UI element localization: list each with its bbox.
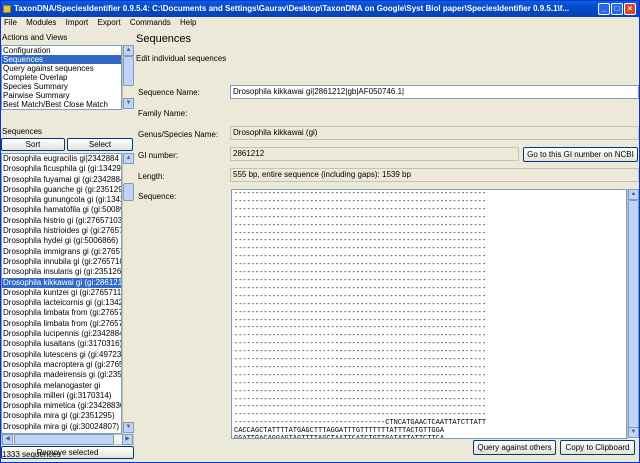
sort-button[interactable]: Sort xyxy=(1,138,65,151)
sequence-label: Sequence: xyxy=(138,192,177,201)
sequence-list-item[interactable]: Drosophila gunungcola gi (gi:1342 xyxy=(2,195,121,205)
scroll-down-icon[interactable]: ▼ xyxy=(123,422,134,433)
sequences-heading: Sequences xyxy=(2,127,43,136)
view-item[interactable]: Best Match/Best Close Match xyxy=(2,100,121,109)
view-item[interactable]: Configuration xyxy=(2,46,121,55)
scroll-thumb[interactable] xyxy=(123,183,134,201)
scroll-thumb[interactable] xyxy=(628,200,639,428)
menu-bar: File Modules Import Export Commands Help xyxy=(1,17,639,29)
app-window: TaxonDNA/SpeciesIdentifier 0.9.5.4: C:\D… xyxy=(0,0,640,463)
menu-commands[interactable]: Commands xyxy=(130,18,171,27)
menu-export[interactable]: Export xyxy=(98,18,121,27)
scroll-left-icon[interactable]: ◀ xyxy=(2,434,13,445)
sequence-editor-panel: Sequences Edit individual sequences Sequ… xyxy=(134,29,640,463)
sequence-list-item[interactable]: Drosophila limbata from (gi:27657 xyxy=(2,319,121,329)
sequence-list-item[interactable]: Drosophila eugracilis gi|2342884 xyxy=(2,154,121,164)
sequence-list-item[interactable]: Drosophila histrioides gi (gi:27657 xyxy=(2,226,121,236)
sequence-list-item[interactable]: Drosophila mira gi (gi:30024807) xyxy=(2,422,121,432)
menu-import[interactable]: Import xyxy=(66,18,89,27)
gi-number-label: GI number: xyxy=(138,151,179,160)
scroll-up-icon[interactable]: ▲ xyxy=(123,153,134,164)
view-item[interactable]: Complete Overlap xyxy=(2,73,121,82)
select-button[interactable]: Select xyxy=(67,138,133,151)
sequence-list-item[interactable]: Drosophila immigrans gi (gi:27657 xyxy=(2,247,121,257)
go-to-ncbi-button[interactable]: Go to this GI number on NCBI xyxy=(523,147,638,162)
sequence-scrollbar[interactable]: ▲ ▼ xyxy=(122,153,134,434)
sequence-list-item[interactable]: Drosophila lutescens gi (gi:497232 xyxy=(2,350,121,360)
length-field: 555 bp, entire sequence (including gaps)… xyxy=(230,168,639,182)
view-item[interactable]: Sequences xyxy=(2,55,121,64)
family-name-field[interactable] xyxy=(230,106,639,120)
sequence-list-item[interactable]: Drosophila insularis gi (gi:235126 xyxy=(2,267,121,277)
horizontal-scrollbar[interactable]: ◀ ▶ xyxy=(1,434,134,445)
sequence-name-label: Sequence Name: xyxy=(138,88,200,97)
menu-modules[interactable]: Modules xyxy=(26,18,56,27)
maximize-button[interactable]: □ xyxy=(611,3,623,15)
menu-help[interactable]: Help xyxy=(180,18,196,27)
views-heading: Actions and Views xyxy=(2,33,68,42)
sequence-list-item[interactable]: Drosophila lacteicornis gi (gi:1342 xyxy=(2,298,121,308)
left-panel: Actions and Views Configuration Sequences… xyxy=(1,29,134,463)
sequence-line: GGATTGACAGGAGTAGTTTTAGCTAATTCATCTGTTGATA… xyxy=(234,435,626,438)
query-against-others-button[interactable]: Query against others xyxy=(473,440,556,455)
sequence-list-item[interactable]: Drosophila hydei gi (gi:5006866) xyxy=(2,236,121,246)
sequence-list: Drosophila eugracilis gi|2342884 Drosophi… xyxy=(1,153,122,434)
sequence-list-item[interactable]: Drosophila mira gi (gi:2351295) xyxy=(2,411,121,421)
sequence-list-item[interactable]: Drosophila kikkawai gi (gi:2861212 xyxy=(2,277,121,288)
status-text: 1333 sequences xyxy=(2,450,61,459)
sequence-list-item[interactable]: Drosophila limbata from (gi:27657 xyxy=(2,308,121,318)
app-icon xyxy=(3,5,11,13)
sequence-list-item[interactable]: Drosophila milleri (gi:3170314) xyxy=(2,391,121,401)
genus-species-field: Drosophila kikkawai (gi) xyxy=(230,126,639,140)
scroll-thumb[interactable] xyxy=(123,56,134,86)
page-subtitle: Edit individual sequences xyxy=(136,54,227,63)
scroll-thumb[interactable] xyxy=(14,434,114,445)
copy-to-clipboard-button[interactable]: Copy to Clipboard xyxy=(560,440,635,455)
sequence-list-item[interactable]: Drosophila histrio gi (gi:27657103 xyxy=(2,216,121,226)
sequence-list-item[interactable]: Drosophila guanche gi (gi:235129 xyxy=(2,185,121,195)
title-bar: TaxonDNA/SpeciesIdentifier 0.9.5.4: C:\D… xyxy=(1,1,639,17)
view-item[interactable]: Pairwise Summary xyxy=(2,91,121,100)
window-title: TaxonDNA/SpeciesIdentifier 0.9.5.4: C:\D… xyxy=(14,4,569,13)
scroll-down-icon[interactable]: ▼ xyxy=(628,427,639,438)
sequence-list-item[interactable]: Drosophila macroptera gi (gi:2765 xyxy=(2,360,121,370)
scroll-right-icon[interactable]: ▶ xyxy=(122,434,133,445)
views-scrollbar[interactable]: ▲ ▼ xyxy=(122,45,134,110)
scroll-up-icon[interactable]: ▲ xyxy=(123,45,134,56)
sequence-list-item[interactable]: Drosophila melanogaster gi xyxy=(2,381,121,391)
sequence-name-field[interactable]: Drosophila kikkawai gi|2861212|gb|AF0507… xyxy=(230,85,639,99)
sequence-list-item[interactable]: Drosophila mimetica (gi:23428830 xyxy=(2,401,121,411)
sequence-list-item[interactable]: Drosophila madeirensis gi (gi:235 xyxy=(2,370,121,380)
scroll-up-icon[interactable]: ▲ xyxy=(628,189,639,200)
length-label: Length: xyxy=(138,172,165,181)
sequence-list-item[interactable]: Drosophila fuyamai gi (gi:23428842) xyxy=(2,175,121,185)
sequence-list-item[interactable]: Drosophila lusaltans (gi:3170316) xyxy=(2,339,121,349)
page-title: Sequences xyxy=(136,33,192,45)
family-name-label: Family Name: xyxy=(138,109,188,118)
sequence-textarea-scrollbar[interactable]: ▲ ▼ xyxy=(627,189,639,439)
menu-file[interactable]: File xyxy=(4,18,17,27)
sequence-textarea[interactable]: ----------------------------------------… xyxy=(231,189,627,439)
sequence-list-item[interactable]: Drosophila ficusphila gi (gi:134299 xyxy=(2,164,121,174)
sequence-list-item[interactable]: Drosophila lucipennis (gi:2342884 xyxy=(2,329,121,339)
sequence-list-item[interactable]: Drosophila innubila gi (gi:2765710 xyxy=(2,257,121,267)
view-item[interactable]: Species Summary xyxy=(2,82,121,91)
sequence-list-item[interactable]: Drosophila hamatofila gi (gi:50089 xyxy=(2,205,121,215)
view-item[interactable]: Query against sequences xyxy=(2,64,121,73)
gi-number-field: 2861212 xyxy=(230,147,519,161)
scroll-down-icon[interactable]: ▼ xyxy=(123,98,134,109)
genus-species-label: Genus/Species Name: xyxy=(138,130,219,139)
views-list: Configuration Sequences Query against sequ… xyxy=(1,45,122,110)
sort-select-row: Sort Select xyxy=(1,138,134,151)
minimize-button[interactable]: _ xyxy=(598,3,610,15)
close-button[interactable]: × xyxy=(624,3,636,15)
sequence-list-item[interactable]: Drosophila kuntzei gi (gi:2765711 xyxy=(2,288,121,298)
